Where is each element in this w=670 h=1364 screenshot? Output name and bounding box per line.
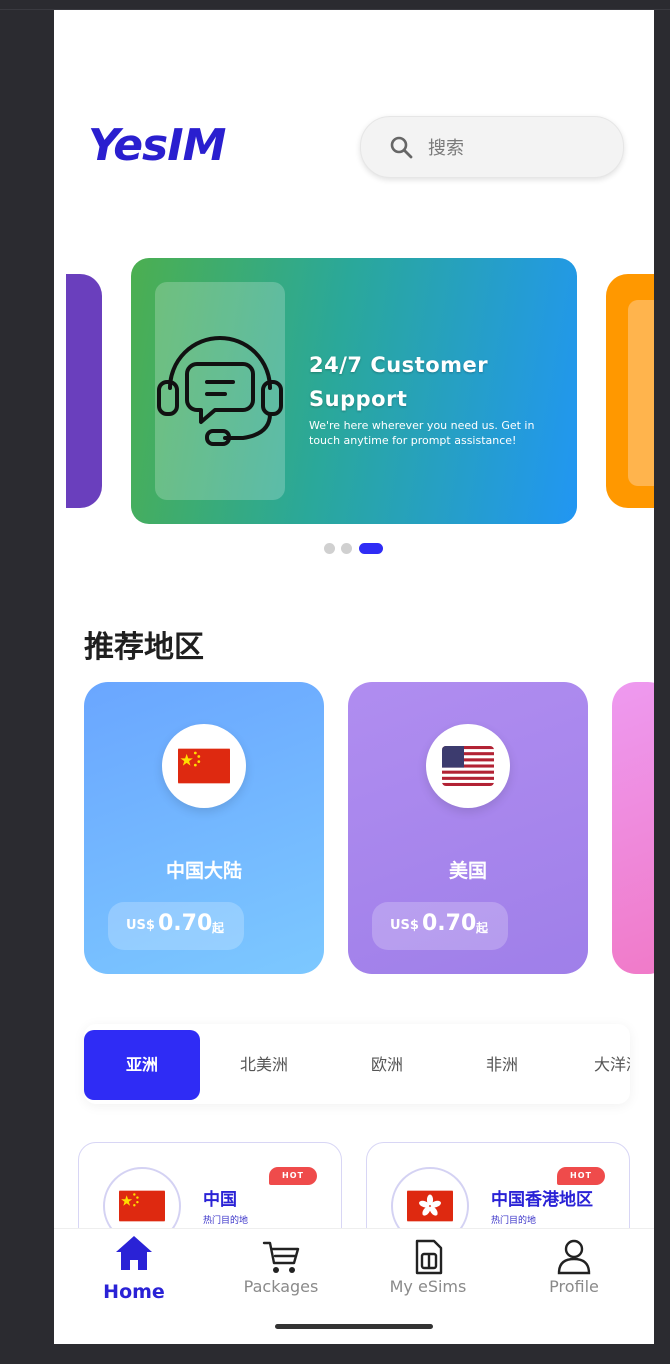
hot-badge: HOT (557, 1167, 605, 1185)
price-amount: 0.70 (422, 911, 477, 936)
window-bottom-bar (0, 1344, 670, 1364)
hot-badge: HOT (269, 1167, 317, 1185)
search-icon (390, 136, 413, 159)
destination-name: 中国 (203, 1190, 237, 1210)
carousel-dot-3-active[interactable] (359, 543, 383, 554)
tab-oceania[interactable]: 大洋洲 (594, 1030, 630, 1100)
home-icon (116, 1236, 152, 1270)
nav-profile[interactable]: Profile (499, 1229, 649, 1319)
price-suffix: 起 (476, 921, 489, 935)
nav-my-esims[interactable]: My eSims (353, 1229, 503, 1319)
destination-name: 中国香港地区 (491, 1190, 593, 1210)
price-currency: US$ (126, 918, 155, 933)
phone-screen: YesIM 搜索 24/7 Customer Support We're her… (54, 10, 654, 1344)
price-pill: US$ 0.70 起 (372, 902, 508, 950)
cart-icon (262, 1241, 300, 1273)
home-indicator (275, 1324, 433, 1329)
usa-flag-icon (442, 746, 494, 786)
nav-packages[interactable]: Packages (206, 1229, 356, 1319)
nav-label-packages: Packages (243, 1277, 319, 1296)
nav-label-home: Home (103, 1281, 165, 1303)
search-placeholder: 搜索 (428, 138, 464, 159)
region-name: 中国大陆 (165, 860, 242, 882)
china-flag-icon (178, 748, 230, 784)
section-title-recommended: 推荐地区 (84, 630, 204, 665)
region-card-next[interactable] (612, 682, 654, 974)
price-suffix: 起 (212, 921, 225, 935)
nav-label-profile: Profile (549, 1277, 599, 1296)
nav-label-my-esims: My eSims (389, 1277, 467, 1296)
tab-europe[interactable]: 欧洲 (329, 1030, 445, 1100)
headset-support-icon (157, 336, 283, 446)
hong-kong-flag-icon (407, 1190, 453, 1222)
banner-icon-panel (155, 282, 285, 500)
price-pill: US$ 0.70 起 (108, 902, 244, 950)
carousel-dot-2[interactable] (341, 543, 352, 554)
destination-subtitle: 热门目的地 (491, 1216, 537, 1226)
price-amount: 0.70 (158, 911, 213, 936)
price-currency: US$ (390, 918, 419, 933)
china-flag-icon (119, 1190, 165, 1222)
nav-home[interactable]: Home (59, 1229, 209, 1319)
brand-logo: YesIM (88, 120, 226, 171)
continent-tabs: 亚洲 北美洲 欧洲 非洲 大洋洲 (84, 1024, 630, 1104)
tab-asia[interactable]: 亚洲 (84, 1030, 200, 1100)
user-icon (557, 1239, 591, 1275)
carousel-next-card[interactable] (606, 274, 654, 508)
sim-card-icon (415, 1239, 443, 1275)
region-name: 美国 (448, 860, 487, 882)
flag-badge (162, 724, 246, 808)
destination-subtitle: 热门目的地 (203, 1216, 249, 1226)
banner-customer-support[interactable]: 24/7 Customer Support We're here whereve… (131, 258, 577, 524)
banner-title: 24/7 Customer Support (309, 353, 489, 411)
carousel-prev-card[interactable] (66, 274, 102, 508)
search-input[interactable]: 搜索 (360, 116, 624, 178)
flag-badge (426, 724, 510, 808)
window-top-bar (0, 0, 670, 10)
banner-description: We're here wherever you need us. Get in … (309, 419, 535, 447)
carousel-dot-1[interactable] (324, 543, 335, 554)
tab-africa[interactable]: 非洲 (444, 1030, 560, 1100)
tab-north-america[interactable]: 北美洲 (206, 1030, 322, 1100)
region-card-china[interactable]: 中国大陆 US$ 0.70 起 (84, 682, 324, 974)
region-card-usa[interactable]: 美国 US$ 0.70 起 (348, 682, 588, 974)
